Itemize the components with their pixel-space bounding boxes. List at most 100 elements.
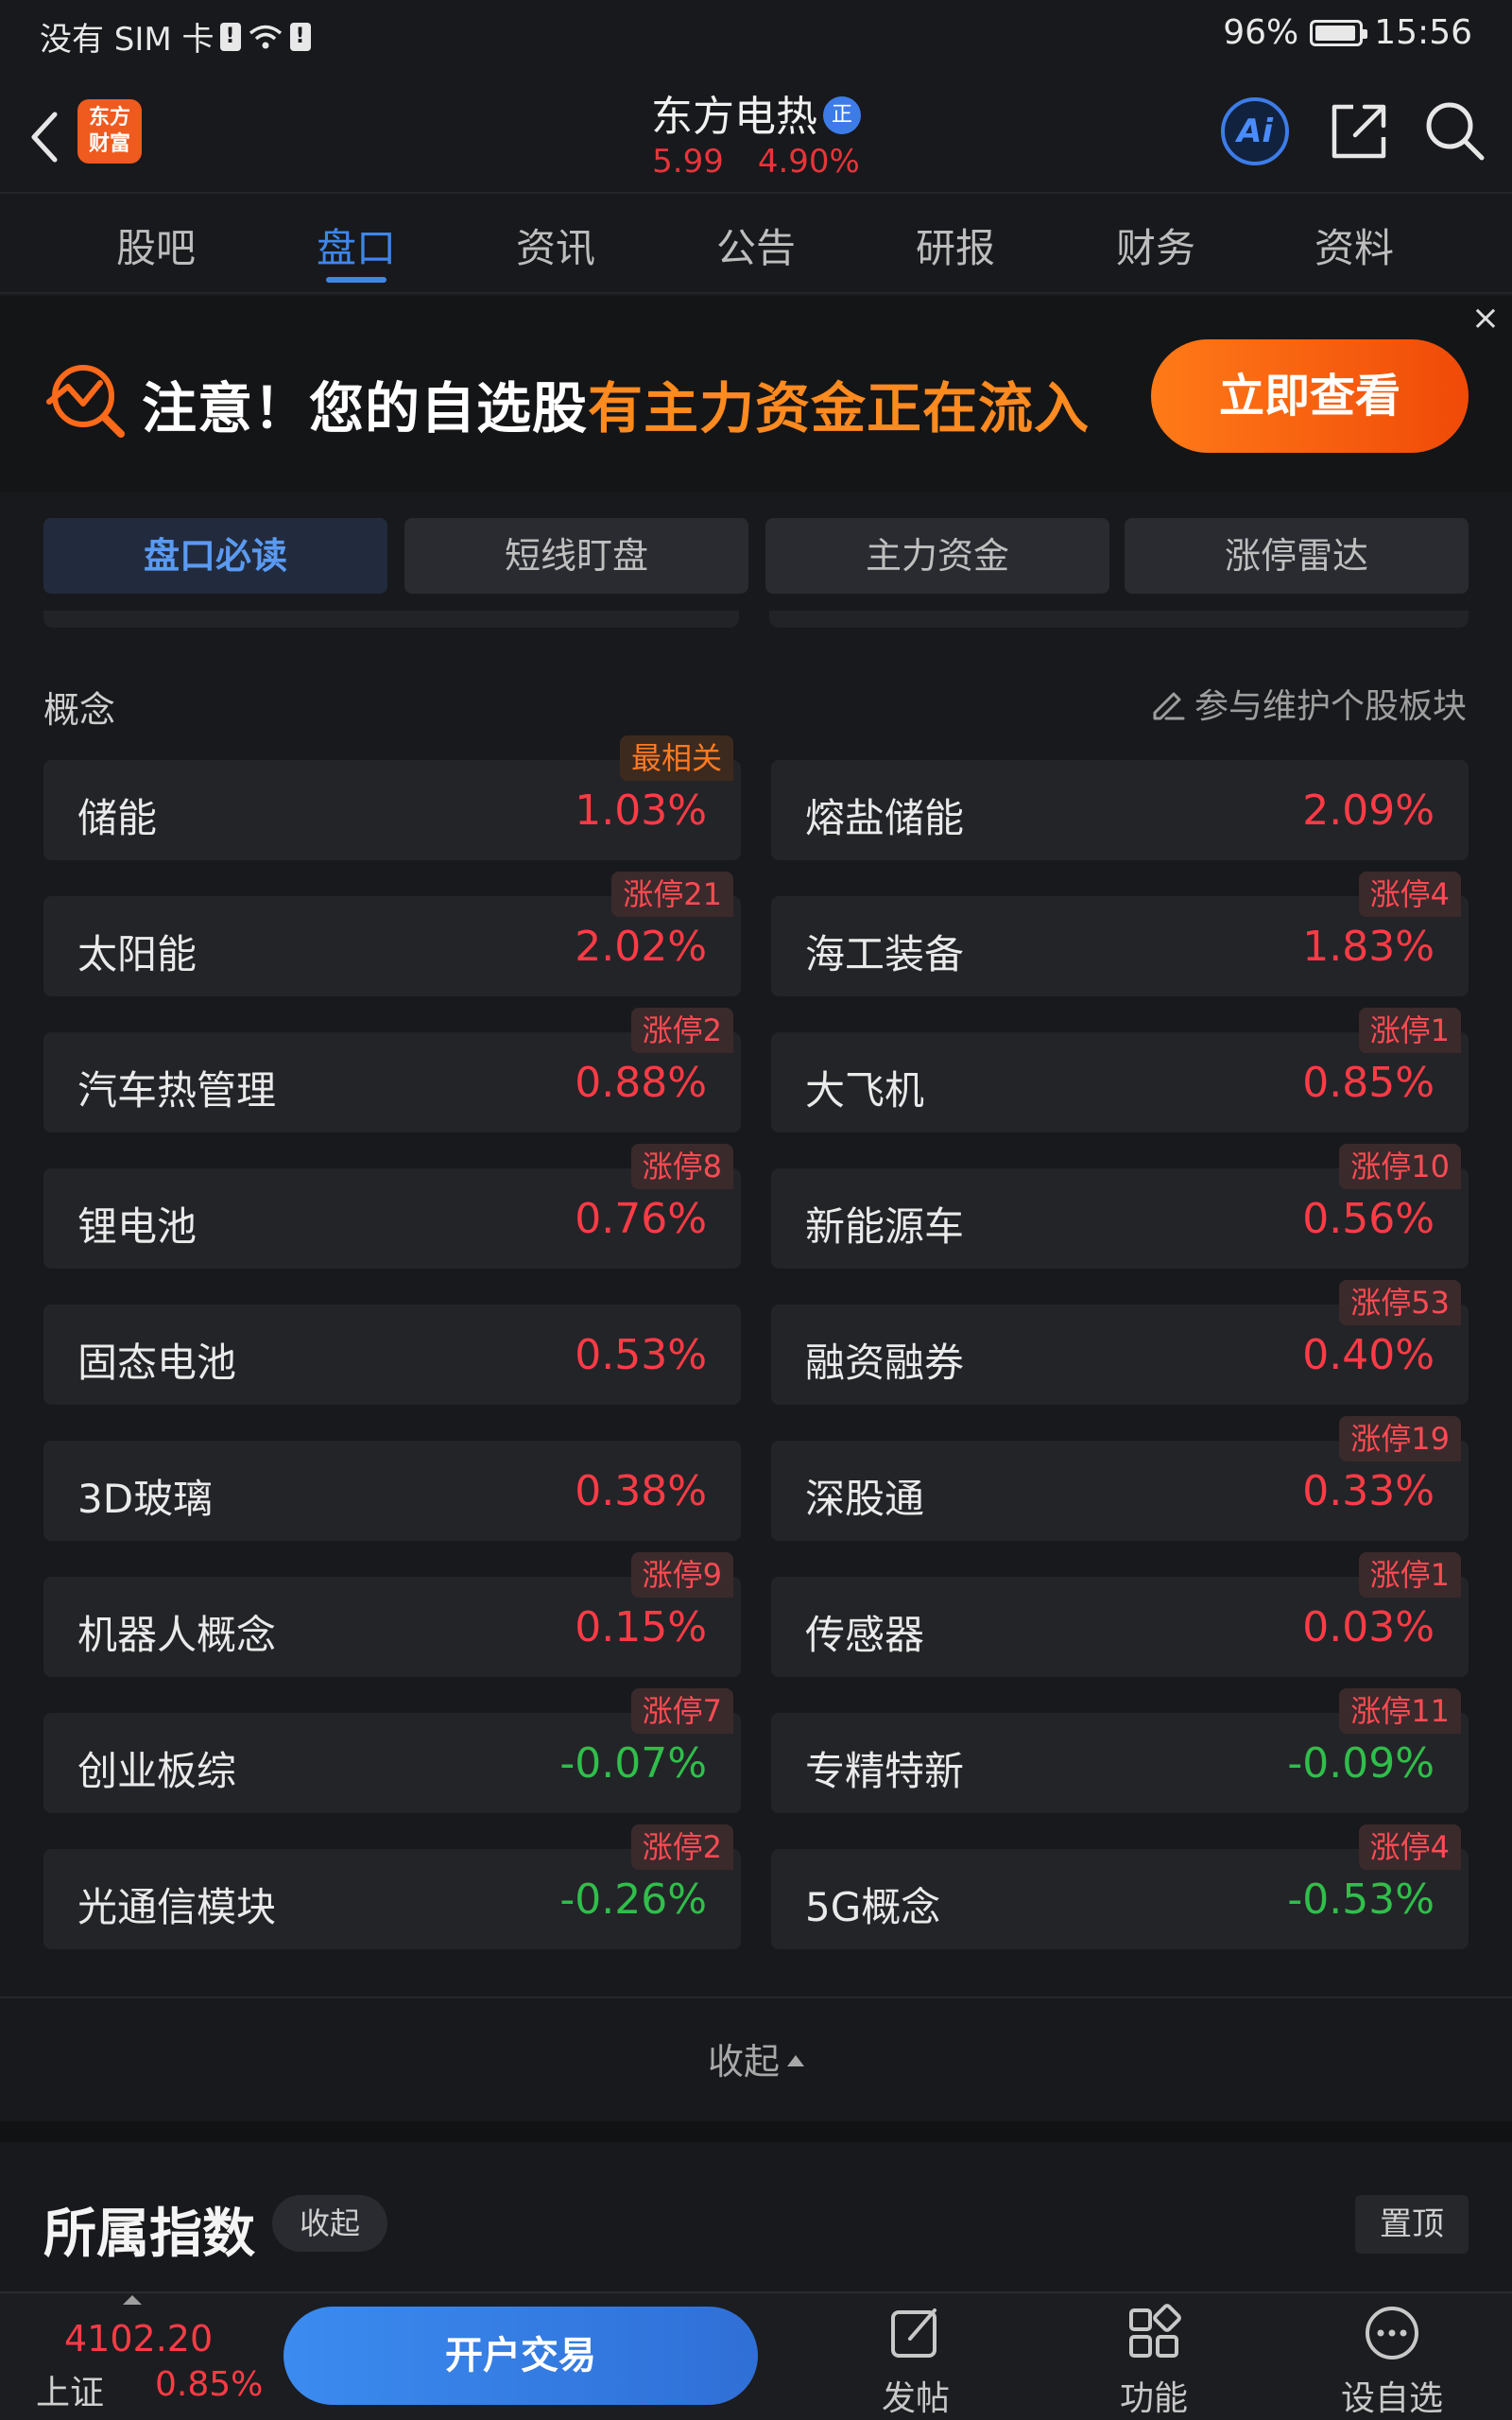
concept-change-pct: 0.15% xyxy=(575,1603,707,1651)
concept-item[interactable]: 传感器 0.03% 涨停1 xyxy=(771,1552,1469,1677)
concept-name: 3D玻璃 xyxy=(77,1476,214,1522)
concept-item[interactable]: 3D玻璃 0.38% xyxy=(43,1441,741,1541)
post-label: 发帖 xyxy=(881,2379,950,2418)
concept-item[interactable]: 汽车热管理 0.88% 涨停2 xyxy=(43,1008,741,1132)
concept-tag-badge: 涨停2 xyxy=(630,1008,733,1053)
concept-change-pct: -0.07% xyxy=(559,1739,707,1788)
maintain-sector-link[interactable]: 参与维护个股板块 xyxy=(1149,679,1467,728)
concept-tag-badge: 涨停53 xyxy=(1339,1280,1461,1325)
concept-item[interactable]: 专精特新 -0.09% 涨停11 xyxy=(771,1688,1469,1813)
concept-change-pct: 1.83% xyxy=(1302,923,1435,971)
segment-must-read[interactable]: 盘口必读 xyxy=(43,518,387,594)
concept-item[interactable]: 创业板综 -0.07% 涨停7 xyxy=(43,1688,741,1813)
concept-item[interactable]: 海工装备 1.83% 涨停4 xyxy=(771,872,1469,996)
add-watchlist-label: 设自选 xyxy=(1340,2379,1443,2418)
concept-item[interactable]: 光通信模块 -0.26% 涨停2 xyxy=(43,1824,741,1949)
banner-text: 注意！您的自选股有主力资金正在流入 xyxy=(142,364,1090,443)
concept-change-pct: -0.26% xyxy=(559,1876,707,1924)
concept-collapse-bar[interactable]: 收起 xyxy=(0,1996,1512,2119)
capital-flow-icon xyxy=(46,365,125,438)
status-bar: 没有 SIM 卡 ! ! 96% 15:56 xyxy=(0,0,1512,71)
concept-change-pct: 2.02% xyxy=(575,923,707,971)
concept-collapse-label: 收起 xyxy=(707,2041,780,2083)
active-tab-underline xyxy=(326,277,387,283)
concept-tag-badge: 涨停21 xyxy=(611,872,733,917)
banner-text-highlight: 有主力资金正在流入 xyxy=(588,376,1091,441)
functions-label: 功能 xyxy=(1119,2379,1188,2418)
stock-name: 东方电热 xyxy=(651,93,817,141)
tab-guba[interactable]: 股吧 xyxy=(85,216,227,274)
concept-name: 光通信模块 xyxy=(77,1884,277,1930)
concept-item[interactable]: 储能 1.03% 最相关 xyxy=(43,735,741,860)
concept-item[interactable]: 机器人概念 0.15% 涨停9 xyxy=(43,1552,741,1677)
concept-name: 机器人概念 xyxy=(77,1612,277,1658)
concept-change-pct: 0.85% xyxy=(1302,1059,1435,1107)
concept-item[interactable]: 固态电池 0.53% xyxy=(43,1305,741,1405)
concept-item[interactable]: 太阳能 2.02% 涨停21 xyxy=(43,872,741,996)
search-icon[interactable] xyxy=(1421,97,1487,164)
tab-news[interactable]: 资讯 xyxy=(485,216,627,274)
stock-change-pct: 4.90% xyxy=(757,143,860,181)
battery-icon xyxy=(1310,19,1368,46)
index-change-pct[interactable]: 0.85% xyxy=(155,2365,263,2404)
concept-grid: 储能 1.03% 最相关 熔盐储能 2.09% 太阳能 2.02% 涨停21 海工装备 1.83%… xyxy=(43,735,1469,1949)
stock-price-row: 5.99 4.90% xyxy=(0,143,1512,181)
indices-collapse-button[interactable]: 收起 xyxy=(272,2195,387,2252)
concept-item[interactable]: 熔盐储能 2.09% xyxy=(771,760,1469,860)
concept-tag-badge: 涨停4 xyxy=(1358,872,1461,917)
concept-name: 新能源车 xyxy=(805,1203,965,1250)
previous-card-edge xyxy=(769,611,1469,628)
concept-tag-badge: 涨停7 xyxy=(630,1688,733,1734)
concept-change-pct: 0.40% xyxy=(1302,1331,1435,1379)
concept-tag-badge: 涨停2 xyxy=(630,1824,733,1870)
concept-item[interactable]: 新能源车 0.56% 涨停10 xyxy=(771,1144,1469,1269)
concept-name: 汽车热管理 xyxy=(77,1067,277,1114)
concept-item[interactable]: 融资融券 0.40% 涨停53 xyxy=(771,1280,1469,1405)
status-right: 96% 15:56 xyxy=(1223,13,1472,52)
concept-tag-badge: 涨停4 xyxy=(1358,1824,1461,1870)
tab-pankou[interactable]: 盘口 xyxy=(285,216,427,274)
more-icon xyxy=(1366,2307,1418,2360)
concept-change-pct: 0.76% xyxy=(575,1195,707,1243)
maintain-sector-label: 参与维护个股板块 xyxy=(1194,687,1467,726)
index-name[interactable]: 上证 xyxy=(36,2365,104,2414)
tab-research[interactable]: 研报 xyxy=(885,216,1026,274)
tab-profile[interactable]: 资料 xyxy=(1283,216,1425,274)
index-value[interactable]: 4102.20 xyxy=(64,2318,213,2360)
tab-announcements[interactable]: 公告 xyxy=(685,216,827,274)
concept-tag-badge: 涨停1 xyxy=(1358,1008,1461,1053)
sim-alert-icon: ! xyxy=(219,22,241,51)
tab-finance[interactable]: 财务 xyxy=(1085,216,1227,274)
indices-pin-button[interactable]: 置顶 xyxy=(1355,2195,1469,2254)
previous-card-edge xyxy=(43,611,739,628)
concept-item[interactable]: 大飞机 0.85% 涨停1 xyxy=(771,1008,1469,1132)
banner-close-icon[interactable]: × xyxy=(1467,300,1504,337)
concept-item[interactable]: 5G概念 -0.53% 涨停4 xyxy=(771,1824,1469,1949)
ai-assistant-button[interactable]: Ai xyxy=(1221,97,1289,165)
add-watchlist-button[interactable]: 设自选 xyxy=(1321,2303,1463,2420)
concept-item[interactable]: 锂电池 0.76% 涨停8 xyxy=(43,1144,741,1269)
segment-short-watch[interactable]: 短线盯盘 xyxy=(404,518,748,594)
segment-main-funds[interactable]: 主力资金 xyxy=(765,518,1109,594)
functions-button[interactable]: 功能 xyxy=(1083,2303,1225,2420)
open-account-trade-button[interactable]: 开户交易 xyxy=(284,2307,758,2405)
concept-change-pct: 0.53% xyxy=(575,1331,707,1379)
expand-caret-icon[interactable] xyxy=(123,2295,142,2305)
concept-name: 海工装备 xyxy=(805,931,965,977)
segment-limit-up-radar[interactable]: 涨停雷达 xyxy=(1125,518,1469,594)
concept-name: 熔盐储能 xyxy=(805,795,965,841)
post-button[interactable]: 发帖 xyxy=(845,2303,987,2420)
clock-time: 15:56 xyxy=(1374,13,1472,52)
concept-tag-badge: 涨停11 xyxy=(1339,1688,1461,1734)
caret-up-icon xyxy=(787,2055,804,2066)
banner-view-button[interactable]: 立即查看 xyxy=(1151,339,1469,453)
concept-tag-badge: 涨停1 xyxy=(1358,1552,1461,1598)
promo-banner[interactable]: × 注意！您的自选股有主力资金正在流入 立即查看 xyxy=(0,296,1512,493)
concept-item[interactable]: 深股通 0.33% 涨停19 xyxy=(771,1416,1469,1541)
concept-name: 5G概念 xyxy=(805,1884,941,1930)
battery-saver-icon: ! xyxy=(289,22,311,51)
concept-name: 锂电池 xyxy=(77,1203,198,1250)
share-icon[interactable] xyxy=(1327,99,1391,164)
carrier-text: 没有 SIM 卡 xyxy=(40,21,215,59)
banner-text-white: 注意！您的自选股 xyxy=(142,376,589,441)
